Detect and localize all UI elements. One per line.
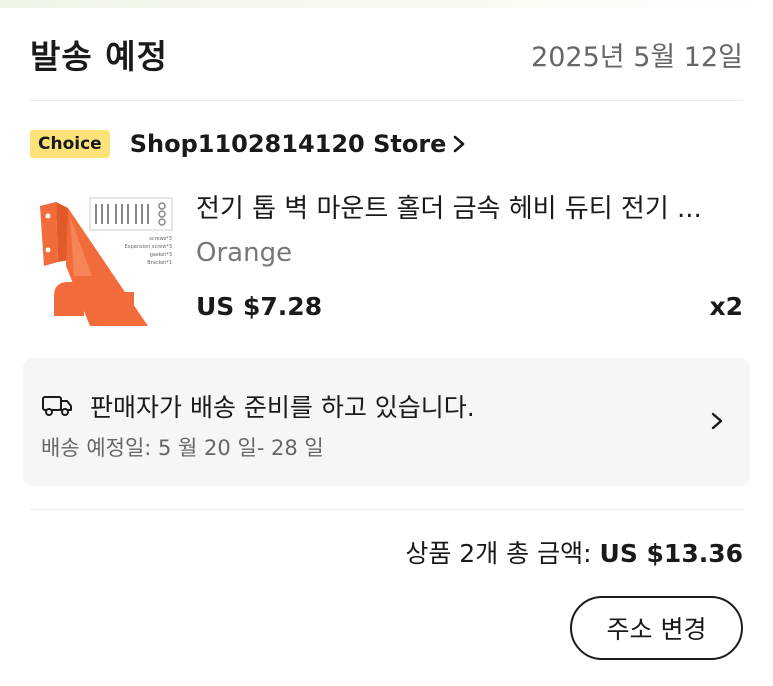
store-link[interactable]: Shop1102814120 Store xyxy=(130,130,469,158)
product-image[interactable]: screws*3 Expansion screw*3 gasket*3 Brac… xyxy=(30,186,176,332)
product-title[interactable]: 전기 톱 벽 마운트 홀더 금속 헤비 듀티 전기 ... xyxy=(196,188,743,225)
order-header: 발송 예정 2025년 5월 12일 xyxy=(30,32,743,76)
image-label-bracket: Bracket*1 xyxy=(147,260,172,266)
shipping-status-text: 판매자가 배송 준비를 하고 있습니다. xyxy=(90,393,475,422)
product-quantity: x2 xyxy=(709,292,743,321)
delivery-truck-icon xyxy=(42,396,72,416)
image-label-screws: screws*3 xyxy=(149,236,172,242)
chevron-right-icon xyxy=(711,412,723,430)
product-photo: screws*3 Expansion screw*3 gasket*3 Brac… xyxy=(30,186,176,332)
image-label-expansion-screw: Expansion screw*3 xyxy=(125,244,172,250)
order-total: 상품 2개 총 금액: US $13.36 xyxy=(405,534,743,570)
order-date: 2025년 5월 12일 xyxy=(531,41,743,73)
summary-divider xyxy=(30,509,743,510)
shipping-eta: 배송 예정일: 5 월 20 일- 28 일 xyxy=(41,436,324,460)
change-address-button[interactable]: 주소 변경 xyxy=(570,596,743,660)
top-banner-strip xyxy=(0,0,773,8)
chevron-right-icon xyxy=(454,135,465,153)
store-row[interactable]: Choice Shop1102814120 Store xyxy=(30,126,468,162)
product-variant: Orange xyxy=(196,238,293,268)
page-title: 발송 예정 xyxy=(30,37,168,76)
store-name: Shop1102814120 Store xyxy=(129,130,447,158)
choice-badge: Choice xyxy=(30,130,110,158)
total-amount: US $13.36 xyxy=(599,539,743,568)
header-divider xyxy=(30,100,743,101)
total-label: 상품 2개 총 금액: xyxy=(405,539,592,568)
shipping-status-card[interactable]: 판매자가 배송 준비를 하고 있습니다. 배송 예정일: 5 월 20 일- 2… xyxy=(23,358,750,486)
image-label-gasket: gasket*3 xyxy=(150,252,172,258)
product-price: US $7.28 xyxy=(196,292,323,321)
